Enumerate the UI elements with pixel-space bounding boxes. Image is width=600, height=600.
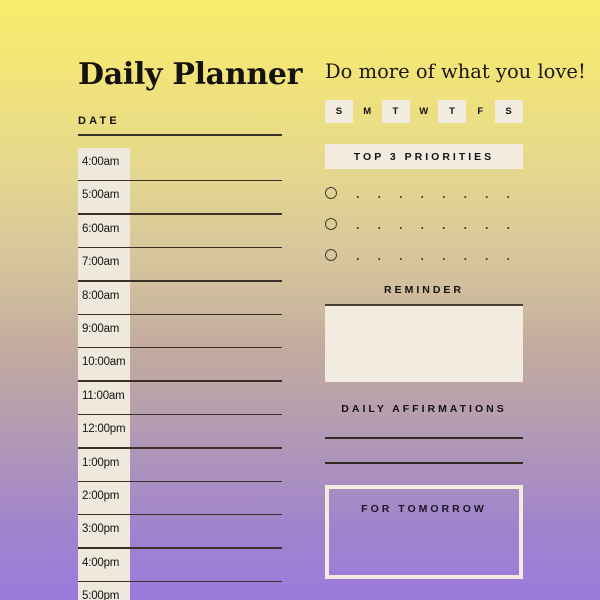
weekday-1[interactable]: M: [353, 100, 381, 123]
schedule-slot-time: 5:00am: [82, 189, 120, 202]
schedule-slot-time: 6:00am: [82, 222, 120, 235]
schedule-list: 4:00am 5:00am 6:00am 7:00am 8:00am 9:00am 10:0…: [78, 148, 282, 600]
affirmation-input-line[interactable]: [325, 461, 523, 464]
weekday-0[interactable]: S: [325, 100, 354, 124]
left-header-block: Daily Planner DATE: [78, 57, 303, 136]
priority-input-dotted-line[interactable]: [343, 195, 523, 198]
schedule-slot-time: 5:00pm: [82, 590, 120, 600]
schedule-slot-time: 7:00am: [82, 256, 120, 269]
schedule-slot-rule: [78, 547, 282, 549]
top-priorities-list: [325, 186, 523, 262]
schedule-slot[interactable]: 5:00pm: [78, 582, 282, 600]
schedule-slot[interactable]: 7:00am: [78, 248, 282, 282]
priority-checkbox-icon[interactable]: [325, 249, 337, 262]
schedule-slot[interactable]: 5:00am: [78, 181, 282, 215]
priority-row: [325, 217, 523, 231]
schedule-slot-rule: [78, 480, 282, 482]
schedule-slot-time: 1:00pm: [82, 456, 120, 469]
reminder-heading: REMINDER: [383, 284, 464, 297]
tagline: Do more of what you love!: [325, 60, 586, 83]
priority-row: [325, 248, 523, 262]
schedule-slot-time: 4:00pm: [82, 556, 120, 569]
top-priorities-heading: TOP 3 PRIORITIES: [325, 144, 523, 170]
schedule-slot[interactable]: 8:00am: [78, 282, 282, 315]
schedule-slot[interactable]: 10:00am: [78, 348, 282, 382]
schedule-slot-time: 3:00pm: [82, 523, 120, 536]
schedule-slot-rule: [78, 513, 282, 516]
weekday-5[interactable]: F: [466, 100, 494, 123]
schedule-slot-rule: [78, 246, 282, 249]
schedule-slot[interactable]: 4:00pm: [78, 549, 282, 583]
schedule-slot[interactable]: 4:00am: [78, 148, 282, 182]
schedule-slot-rule: [78, 380, 282, 382]
schedule-slot-time: 2:00pm: [82, 489, 120, 502]
schedule-slot-rule: [78, 213, 282, 215]
weekday-2[interactable]: T: [381, 100, 410, 124]
schedule-slot-rule: [78, 280, 282, 282]
weekday-6[interactable]: S: [494, 100, 523, 124]
priority-checkbox-icon[interactable]: [325, 187, 337, 200]
priority-input-dotted-line[interactable]: [343, 226, 523, 229]
date-label: DATE: [78, 115, 120, 127]
weekday-3[interactable]: W: [410, 100, 438, 123]
for-tomorrow-input[interactable]: FOR TOMORROW: [325, 484, 523, 579]
priority-checkbox-icon[interactable]: [325, 218, 337, 231]
schedule-slots: 4:00am 5:00am 6:00am 7:00am 8:00am 9:00am 10:0…: [78, 148, 282, 600]
weekday-4[interactable]: T: [438, 100, 467, 124]
schedule-slot-time: 4:00am: [82, 156, 120, 168]
schedule-slot-rule: [78, 346, 282, 349]
schedule-slot[interactable]: 3:00pm: [78, 515, 282, 549]
schedule-slot-rule: [78, 313, 282, 315]
page-title: Daily Planner: [78, 57, 303, 92]
schedule-slot-rule: [78, 413, 282, 416]
schedule-slot[interactable]: 9:00am: [78, 315, 282, 349]
schedule-slot-time: 10:00am: [82, 356, 126, 369]
affirmation-input-line[interactable]: [325, 437, 523, 439]
daily-planner-page: Daily Planner DATE 4:00am 5:00am 6:00am 7:0…: [0, 0, 600, 600]
schedule-slot-time: 8:00am: [82, 289, 120, 302]
schedule-slot[interactable]: 2:00pm: [78, 482, 282, 516]
priority-input-dotted-line[interactable]: [343, 257, 523, 260]
schedule-slot[interactable]: 1:00pm: [78, 449, 282, 482]
right-column: Do more of what you love! SMTWTFS TOP 3 …: [325, 60, 586, 579]
schedule-slot[interactable]: 6:00am: [78, 215, 282, 249]
schedule-slot-time: 11:00am: [82, 389, 125, 402]
daily-affirmations-heading: DAILY AFFIRMATIONS: [341, 403, 507, 416]
schedule-slot-time: 12:00pm: [82, 423, 126, 436]
schedule-slot-rule: [78, 447, 282, 449]
daily-affirmations-lines: [325, 437, 523, 464]
schedule-slot-rule: [78, 180, 282, 182]
schedule-slot-time: 9:00am: [82, 322, 120, 335]
reminder-input[interactable]: [325, 304, 523, 383]
priority-row: [325, 186, 523, 200]
for-tomorrow-heading: FOR TOMORROW: [361, 502, 487, 515]
schedule-slot[interactable]: 11:00am: [78, 382, 282, 416]
weekday-selector[interactable]: SMTWTFS: [325, 100, 523, 124]
date-input-rule[interactable]: [78, 134, 282, 136]
schedule-slot-rule: [78, 580, 282, 583]
schedule-slot[interactable]: 12:00pm: [78, 415, 282, 449]
